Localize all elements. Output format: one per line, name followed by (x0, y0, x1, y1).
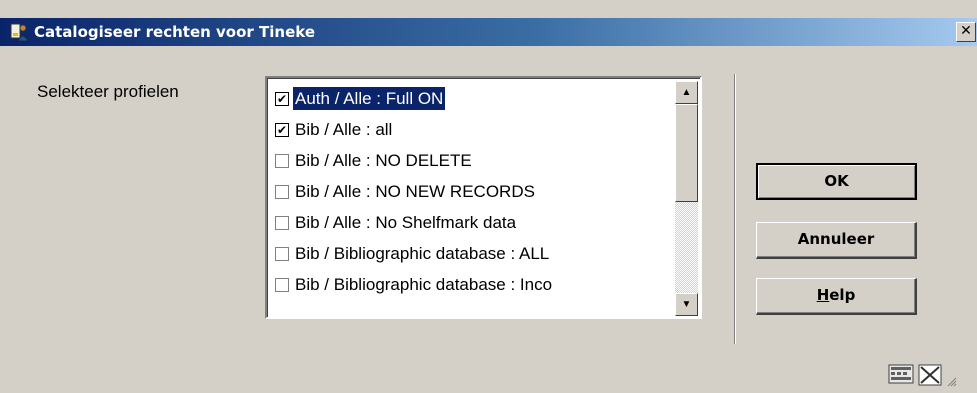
list-item-label: Bib / Alle : NO NEW RECORDS (295, 182, 535, 201)
checkbox-unchecked-icon[interactable] (275, 154, 289, 168)
app-icon (10, 22, 30, 42)
list-item[interactable]: Bib / Bibliographic database : ALL (270, 238, 675, 269)
list-item-label: Bib / Alle : No Shelfmark data (295, 213, 517, 232)
profiles-list: ✔ Auth / Alle : Full ON ✔ Bib / Alle : all B… (270, 83, 675, 300)
list-item-label: Auth / Alle : Full ON (293, 87, 446, 110)
list-item[interactable]: Bib / Alle : NO DELETE (270, 145, 675, 176)
close-button[interactable]: ✕ (956, 22, 976, 42)
list-item[interactable]: ✔ Auth / Alle : Full ON (270, 83, 675, 114)
help-label: elp (829, 286, 856, 304)
separator (734, 74, 736, 344)
help-mnemonic: H (816, 286, 830, 304)
title-bar[interactable]: Catalogiseer rechten voor Tineke ✕ (0, 18, 977, 46)
close-icon: ✕ (960, 23, 972, 39)
profiles-label: Selekteer profielen (37, 82, 179, 101)
listbox-scrollbar[interactable]: ▲ ▼ (675, 81, 698, 316)
dialog-window: Catalogiseer rechten voor Tineke ✕ Selek… (0, 0, 977, 389)
arrow-down-icon: ▼ (681, 299, 692, 310)
checkbox-unchecked-icon[interactable] (275, 247, 289, 261)
list-item[interactable]: ✔ Bib / Alle : all (270, 114, 675, 145)
checkbox-unchecked-icon[interactable] (275, 278, 289, 292)
list-item-label: Bib / Bibliographic database : Inco (295, 275, 553, 294)
list-item-label: Bib / Alle : all (295, 120, 393, 139)
list-item[interactable]: Bib / Bibliographic database : Inco (270, 269, 675, 300)
checkbox-unchecked-icon[interactable] (275, 185, 289, 199)
help-button[interactable]: Help (756, 278, 917, 315)
arrow-up-icon: ▲ (681, 87, 692, 98)
window-title: Catalogiseer rechten voor Tineke (34, 23, 316, 41)
profiles-listbox[interactable]: ✔ Auth / Alle : Full ON ✔ Bib / Alle : all B… (265, 76, 702, 319)
ok-button[interactable]: OK (756, 163, 917, 200)
list-item-label: Bib / Alle : NO DELETE (295, 151, 472, 170)
list-item[interactable]: Bib / Alle : NO NEW RECORDS (270, 176, 675, 207)
status-icons (888, 362, 958, 393)
checkbox-checked-icon[interactable]: ✔ (275, 123, 289, 137)
list-item-label: Bib / Bibliographic database : ALL (295, 244, 550, 263)
scroll-down-button[interactable]: ▼ (675, 293, 698, 316)
cancel-button[interactable]: Annuleer (756, 222, 917, 259)
scroll-up-button[interactable]: ▲ (675, 81, 698, 104)
checkbox-unchecked-icon[interactable] (275, 216, 289, 230)
keyboard-icon[interactable] (888, 364, 914, 384)
scroll-thumb[interactable] (675, 104, 698, 202)
checkbox-checked-icon[interactable]: ✔ (275, 92, 289, 106)
resize-icon[interactable] (918, 364, 957, 387)
list-item[interactable]: Bib / Alle : No Shelfmark data (270, 207, 675, 238)
